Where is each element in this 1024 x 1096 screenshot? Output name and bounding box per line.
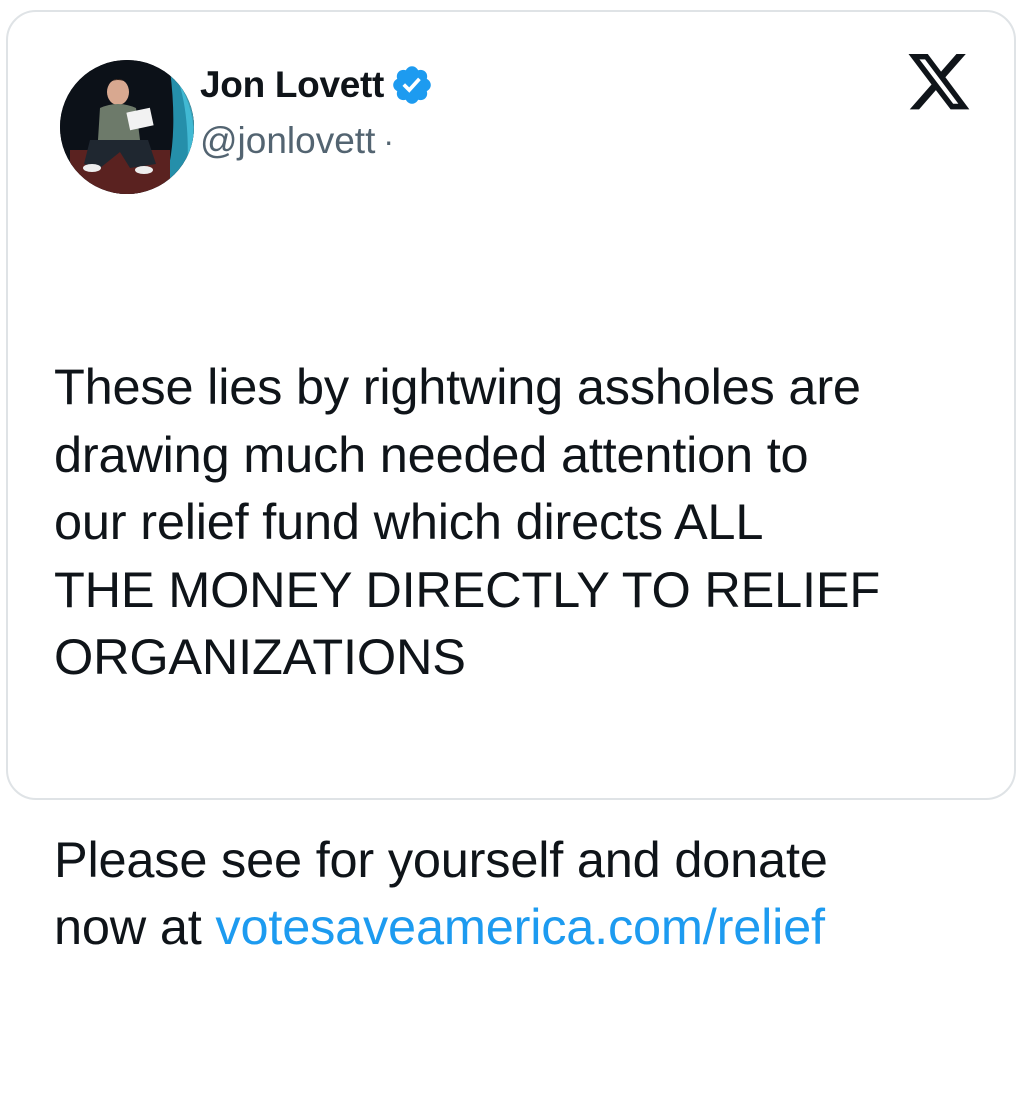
tweet-line: Please see for yourself and donate [54,830,828,888]
tweet-line: drawing much needed attention to [54,425,809,483]
relief-fund-link[interactable]: votesaveamerica.com/relief [215,898,825,955]
tweet-line: THE MONEY DIRECTLY TO RELIEF [54,560,880,618]
verified-badge-icon [390,63,434,107]
x-logo-icon[interactable] [908,54,972,112]
tweet-paragraph-spacer [54,758,984,826]
author-handle-row[interactable]: @jonlovett · [200,118,394,164]
author-name-row[interactable]: Jon Lovett [200,62,434,108]
tweet-paragraph-1: These lies by rightwing assholes are dra… [54,353,984,691]
author-handle[interactable]: @jonlovett [200,120,375,162]
avatar-photo-icon [60,60,194,194]
author-display-name[interactable]: Jon Lovett [200,64,384,106]
tweet-body: These lies by rightwing assholes are dra… [54,218,984,1096]
author-avatar[interactable] [60,60,194,194]
tweet-line: our relief fund which directs ALL [54,493,764,550]
tweet-line: These lies by rightwing assholes are [54,358,861,415]
tweet-card[interactable]: Jon Lovett @jonlovett · These lies by ri… [6,10,1016,955]
tweet-line: ORGANIZATIONS [54,628,466,685]
tweet-paragraph-2: Please see for yourself and donate now a… [54,826,984,961]
separator-dot: · [383,122,395,159]
tweet-line-prefix: now at [54,898,216,955]
